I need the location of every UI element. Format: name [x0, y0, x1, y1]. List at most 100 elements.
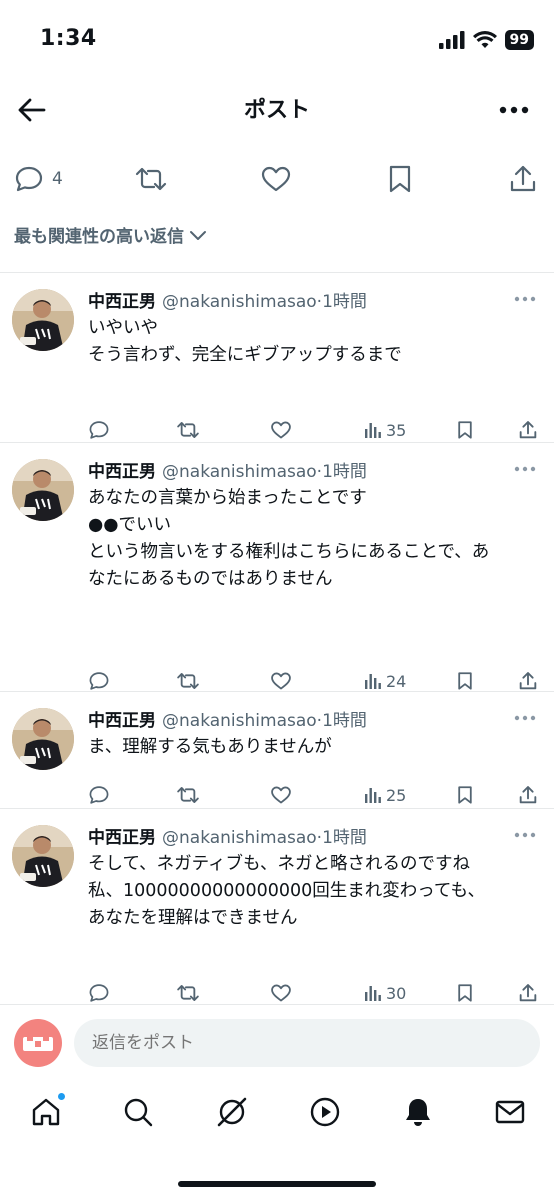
tab-home[interactable] — [26, 1092, 66, 1132]
bookmark-button[interactable] — [456, 781, 474, 809]
repost-button[interactable] — [176, 781, 200, 809]
comment-icon — [89, 421, 109, 439]
bottom-tab-bar — [0, 1080, 554, 1150]
avatar[interactable] — [12, 289, 74, 351]
share-icon — [519, 421, 537, 439]
views-button[interactable]: 25 — [364, 781, 406, 809]
like-button[interactable] — [270, 416, 292, 444]
chevron-down-icon — [190, 230, 206, 240]
reply-text: そして、ネガティブも、ネガと略されるのですね 私、1000000000000000… — [88, 851, 540, 932]
avatar[interactable] — [12, 825, 74, 887]
author-handle[interactable]: @nakanishimasao — [162, 292, 317, 312]
reply-time[interactable]: 1時間 — [322, 828, 367, 848]
reply-text: ま、理解する気もありませんが — [88, 734, 540, 761]
my-avatar[interactable] — [14, 1019, 62, 1067]
share-button[interactable] — [518, 979, 538, 1007]
reply-button[interactable] — [88, 416, 110, 444]
envelope-icon — [495, 1100, 525, 1124]
user-avatar-image — [12, 289, 74, 351]
reply-item[interactable]: 中西正男 @nakanishimasao·1時間 いやいや そう言わず、完全にギブアッ… — [0, 273, 554, 442]
repost-button[interactable] — [134, 161, 168, 197]
bookmark-button[interactable] — [386, 161, 414, 197]
bookmark-button[interactable] — [456, 979, 474, 1007]
bell-icon — [406, 1099, 430, 1126]
sort-label: 最も関連性の高い返信 — [14, 227, 184, 247]
reply-input[interactable] — [74, 1019, 540, 1067]
reply-text: あなたの言葉から始まったことです ●●でいい という物言いをする権利はこちらにあるこ… — [88, 485, 540, 593]
tab-grok[interactable] — [212, 1092, 252, 1132]
author-handle[interactable]: @nakanishimasao — [162, 711, 317, 731]
reply-item[interactable]: 中西正男 @nakanishimasao·1時間 ま、理解する気もありませんが 25 — [0, 692, 554, 808]
comment-icon — [15, 166, 43, 192]
comment-icon — [89, 672, 109, 690]
reply-compose-bar — [0, 1004, 554, 1080]
reply-text-line: 私、10000000000000000回生まれ変わっても、 — [88, 881, 486, 901]
bookmark-icon — [458, 421, 472, 439]
tab-video[interactable] — [305, 1092, 345, 1132]
reply-item[interactable]: 中西正男 @nakanishimasao·1時間 そして、ネガティブも、ネガと略され… — [0, 809, 554, 1004]
reply-header: 中西正男 @nakanishimasao·1時間 — [88, 706, 367, 731]
repost-button[interactable] — [176, 979, 200, 1007]
views-button[interactable]: 30 — [364, 979, 406, 1007]
repost-icon — [177, 673, 199, 689]
like-button[interactable] — [270, 781, 292, 809]
reply-time[interactable]: 1時間 — [322, 292, 367, 312]
more-horizontal-icon — [514, 466, 536, 472]
status-indicators: 99 — [438, 30, 534, 50]
share-button[interactable] — [518, 781, 538, 809]
tab-messages[interactable] — [490, 1092, 530, 1132]
reply-action-bar: 30 — [88, 979, 540, 1007]
analytics-icon — [365, 674, 381, 689]
heart-icon — [271, 672, 291, 690]
reply-button[interactable] — [88, 781, 110, 809]
share-button[interactable] — [518, 416, 538, 444]
reply-sort-dropdown[interactable]: 最も関連性の高い返信 — [14, 222, 208, 247]
reply-text-line: ま、理解する気もありませんが — [88, 737, 332, 757]
analytics-icon — [365, 986, 381, 1001]
grok-icon — [217, 1097, 247, 1127]
share-button[interactable] — [508, 161, 538, 197]
avatar-emblem-icon — [23, 1033, 53, 1051]
reply-item[interactable]: 中西正男 @nakanishimasao·1時間 あなたの言葉から始まったことです ●… — [0, 443, 554, 691]
views-button[interactable]: 35 — [364, 416, 406, 444]
reply-text: いやいや そう言わず、完全にギブアップするまで — [88, 315, 540, 369]
battery-indicator: 99 — [504, 30, 534, 50]
reply-more-button[interactable] — [510, 706, 540, 730]
tab-search[interactable] — [118, 1092, 158, 1132]
share-icon — [519, 786, 537, 804]
reply-text-line: という物言いをする権利はこちらにあることで、あ — [88, 542, 490, 562]
heart-icon — [271, 421, 291, 439]
bookmark-icon — [458, 672, 472, 690]
author-handle[interactable]: @nakanishimasao — [162, 462, 317, 482]
author-name[interactable]: 中西正男 — [88, 462, 156, 482]
reply-time[interactable]: 1時間 — [322, 462, 367, 482]
reply-text-line: いやいや — [88, 318, 158, 338]
header: ポスト — [0, 80, 554, 136]
reply-button[interactable]: 4 — [14, 161, 63, 197]
repost-button[interactable] — [176, 416, 200, 444]
view-count: 35 — [386, 420, 407, 440]
bookmark-icon — [458, 786, 472, 804]
reply-more-button[interactable] — [510, 457, 540, 481]
author-name[interactable]: 中西正男 — [88, 828, 156, 848]
like-button[interactable] — [260, 161, 292, 197]
author-name[interactable]: 中西正男 — [88, 292, 156, 312]
avatar[interactable] — [12, 459, 74, 521]
avatar[interactable] — [12, 708, 74, 770]
reply-time[interactable]: 1時間 — [322, 711, 367, 731]
reply-more-button[interactable] — [510, 823, 540, 847]
author-name[interactable]: 中西正男 — [88, 711, 156, 731]
reply-more-button[interactable] — [510, 287, 540, 311]
view-count: 25 — [386, 785, 407, 805]
reply-button[interactable] — [88, 979, 110, 1007]
search-icon — [124, 1098, 153, 1127]
bookmark-button[interactable] — [456, 416, 474, 444]
signal-icon — [438, 31, 465, 49]
reply-header: 中西正男 @nakanishimasao·1時間 — [88, 457, 367, 482]
more-options-button[interactable] — [494, 90, 534, 130]
tab-notifications[interactable] — [398, 1092, 438, 1132]
more-horizontal-icon — [499, 106, 529, 114]
home-indicator — [178, 1181, 376, 1187]
author-handle[interactable]: @nakanishimasao — [162, 828, 317, 848]
like-button[interactable] — [270, 979, 292, 1007]
